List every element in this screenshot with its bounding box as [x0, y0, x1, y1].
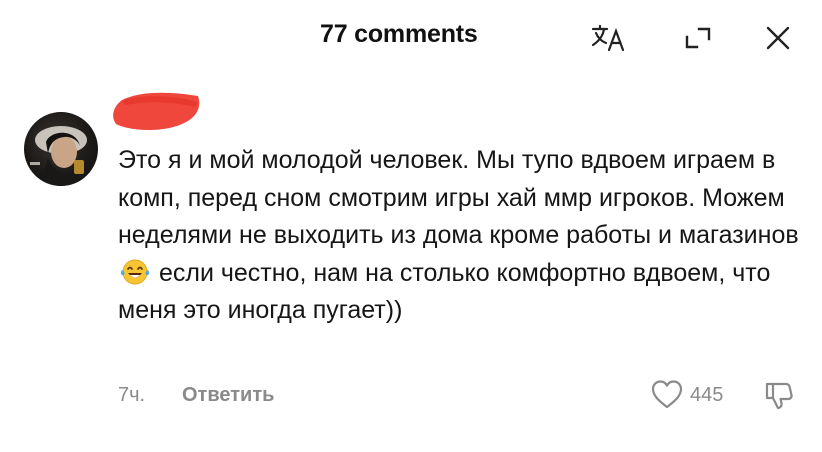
comments-header: 77 comments	[0, 0, 822, 72]
close-icon[interactable]	[758, 18, 798, 58]
author-name-redaction	[112, 88, 202, 134]
avatar[interactable]	[24, 112, 98, 186]
comment-text: Это я и мой молодой человек. Мы тупо вдв…	[118, 142, 808, 330]
dislike-icon[interactable]	[762, 378, 796, 412]
comment-text-part-2: если честно, нам на столько комфортно вд…	[118, 258, 771, 325]
tears-of-joy-emoji-icon	[120, 258, 150, 286]
translate-icon[interactable]	[588, 18, 630, 58]
comment-timestamp: 7ч.	[118, 384, 146, 406]
comment-text-part-1: Это я и мой молодой человек. Мы тупо вдв…	[118, 146, 799, 249]
expand-icon[interactable]	[678, 18, 718, 58]
comments-count-title: 77 comments	[320, 20, 478, 48]
reply-button[interactable]: Ответить	[182, 384, 274, 407]
like-count: 445	[690, 384, 724, 406]
heart-icon[interactable]	[650, 378, 684, 412]
comment-footer: 7ч. Ответить 445	[0, 376, 822, 416]
